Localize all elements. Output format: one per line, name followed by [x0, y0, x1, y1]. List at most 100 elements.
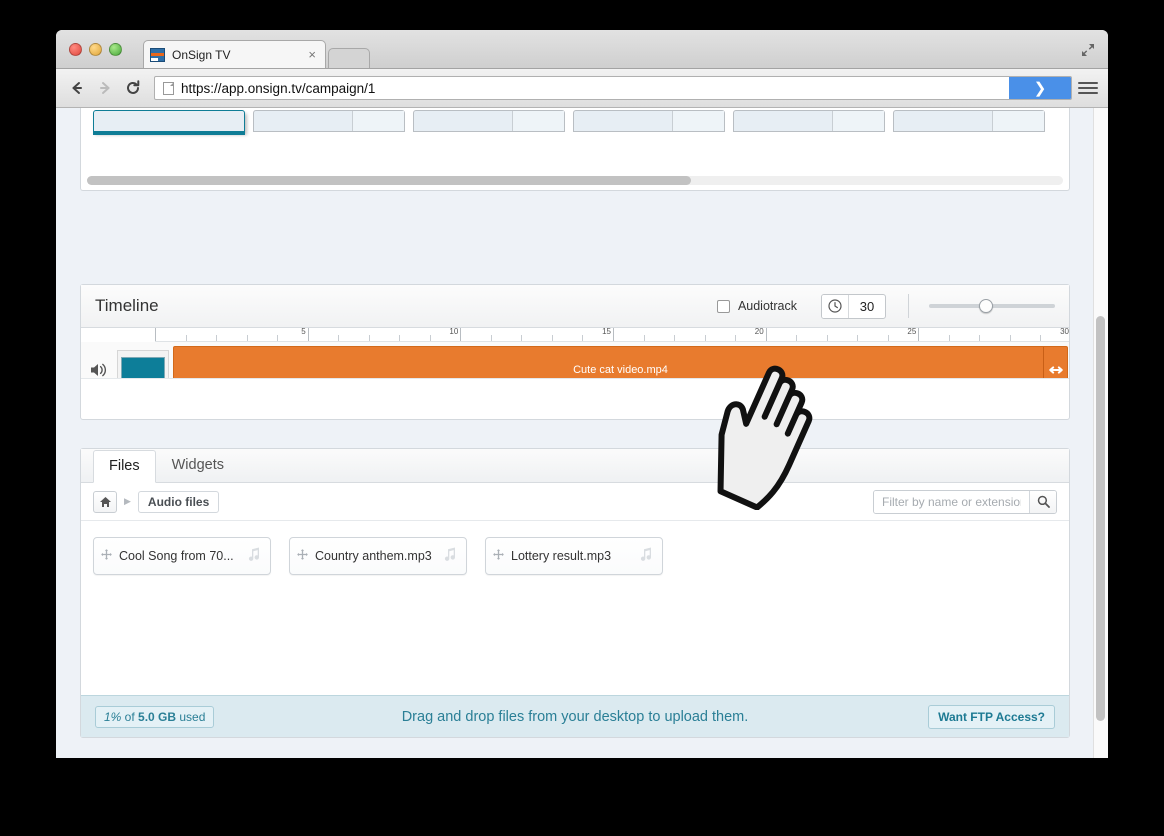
browser-tab[interactable]: OnSign TV ×	[143, 40, 326, 68]
timeline-title: Timeline	[95, 296, 159, 315]
tab-close-icon[interactable]: ×	[305, 48, 319, 61]
file-card[interactable]: Country anthem.mp3	[289, 537, 467, 575]
music-note-icon	[246, 546, 262, 567]
tab-widgets[interactable]: Widgets	[156, 449, 240, 482]
browser-tab-title: OnSign TV	[172, 47, 231, 62]
ruler-tick-minor	[246, 335, 248, 341]
ruler-tick-label: 20	[754, 328, 764, 336]
move-handle-icon[interactable]	[493, 547, 504, 565]
ruler-tick-minor	[429, 335, 431, 341]
tab-files[interactable]: Files	[93, 450, 156, 483]
ruler-tick-minor	[674, 335, 676, 341]
slide-thumb-5[interactable]	[733, 110, 885, 132]
slides-horizontal-scrollbar[interactable]	[87, 176, 1063, 185]
ruler-tick-major	[307, 328, 309, 341]
files-grid: Cool Song from 70... Country anthem.mp3 …	[81, 521, 1069, 683]
go-button[interactable]: ❯	[1009, 77, 1071, 99]
filter-field-group[interactable]	[873, 489, 1057, 514]
files-footer: 1% of 5.0 GB used Drag and drop files fr…	[81, 695, 1069, 737]
breadcrumb: ▶ Audio files	[81, 483, 1069, 521]
storage-size: 5.0 GB	[138, 709, 177, 724]
timeline-zoom-slider[interactable]	[929, 296, 1055, 316]
address-bar[interactable]: https://app.onsign.tv/campaign/1 ❯	[154, 76, 1072, 100]
filter-input[interactable]	[874, 490, 1029, 513]
file-name: Cool Song from 70...	[119, 549, 234, 563]
storage-percent: 1%	[104, 709, 122, 724]
ruler-tick-major	[155, 328, 156, 341]
audiotrack-toggle[interactable]: Audiotrack	[716, 299, 797, 313]
file-card[interactable]: Cool Song from 70...	[93, 537, 271, 575]
onsign-favicon-icon	[150, 47, 165, 62]
slide-thumb-2[interactable]	[253, 110, 405, 132]
toolbar-divider	[908, 294, 909, 318]
ruler-tick-label: 10	[449, 328, 459, 336]
page-scrollbar-thumb[interactable]	[1096, 316, 1105, 721]
dragdrop-hint: Drag and drop files from your desktop to…	[401, 708, 749, 725]
ruler-tick-minor	[796, 335, 798, 341]
timeline-panel: Timeline Audiotrack 30 5 10 15 20 25 30 …	[80, 284, 1070, 420]
ruler-tick-minor	[368, 335, 370, 341]
zoom-slider-knob[interactable]	[979, 299, 993, 313]
address-bar-url: https://app.onsign.tv/campaign/1	[181, 80, 376, 96]
music-note-icon	[638, 546, 654, 567]
ruler-tick-label: 25	[907, 328, 917, 336]
slides-scrollbar-thumb[interactable]	[87, 176, 691, 185]
ftp-access-button[interactable]: Want FTP Access?	[928, 704, 1055, 729]
ruler-tick-minor	[1040, 335, 1042, 341]
move-handle-icon[interactable]	[297, 547, 308, 565]
move-handle-icon[interactable]	[101, 547, 112, 565]
new-tab-button[interactable]	[328, 48, 370, 68]
window-maximize-button[interactable]	[109, 43, 122, 56]
browser-titlebar: OnSign TV ×	[56, 30, 1108, 69]
timeline-ruler[interactable]: 051015202530	[155, 328, 1069, 342]
clip-label: Cute cat video.mp4	[573, 364, 668, 376]
ruler-tick-minor	[216, 335, 218, 341]
slides-panel	[80, 108, 1070, 191]
ruler-tick-minor	[277, 335, 279, 341]
search-icon[interactable]	[1029, 490, 1056, 513]
file-name: Country anthem.mp3	[315, 549, 432, 563]
window-minimize-button[interactable]	[89, 43, 102, 56]
ruler-tick-minor	[857, 335, 859, 341]
music-note-icon	[442, 546, 458, 567]
duration-value[interactable]: 30	[849, 295, 885, 318]
timeline-track-row: Cute cat video.mp4	[81, 342, 1069, 398]
duration-field[interactable]: 30	[821, 293, 886, 319]
file-card[interactable]: Lottery result.mp3	[485, 537, 663, 575]
forward-button[interactable]	[94, 77, 116, 99]
slides-row	[93, 110, 1045, 132]
window-close-button[interactable]	[69, 43, 82, 56]
ruler-tick-minor	[887, 335, 889, 341]
slide-thumb-4[interactable]	[573, 110, 725, 132]
audiotrack-checkbox[interactable]	[716, 299, 730, 313]
back-button[interactable]	[66, 77, 88, 99]
page-scrollbar[interactable]	[1093, 108, 1108, 758]
ruler-tick-minor	[185, 335, 187, 341]
storage-used-text: used	[176, 709, 206, 724]
slide-thumb-6[interactable]	[893, 110, 1045, 132]
ruler-tick-label: 15	[602, 328, 611, 336]
speaker-icon[interactable]	[81, 361, 117, 379]
clock-icon	[822, 294, 849, 318]
files-widgets-tabs: Files Widgets	[81, 449, 1069, 483]
window-expand-icon[interactable]	[1080, 42, 1096, 58]
ruler-tick-minor	[338, 335, 340, 341]
reload-button[interactable]	[122, 77, 144, 99]
ruler-tick-major	[613, 328, 614, 341]
home-icon[interactable]	[93, 490, 117, 513]
storage-of-text: of	[121, 709, 139, 724]
browser-menu-button[interactable]	[1078, 77, 1098, 99]
slide-thumb-1[interactable]	[93, 110, 245, 132]
ruler-tick-minor	[735, 335, 737, 341]
ruler-tick-major	[918, 328, 920, 341]
breadcrumb-folder[interactable]: Audio files	[137, 490, 220, 513]
breadcrumb-separator-icon: ▶	[124, 496, 131, 506]
ruler-tick-minor	[582, 335, 584, 341]
slide-thumb-3[interactable]	[413, 110, 565, 132]
ruler-tick-label: 5	[301, 328, 306, 336]
ruler-tick-minor	[551, 335, 553, 341]
ruler-tick-minor	[704, 335, 706, 341]
ruler-tick-label: 30	[1060, 328, 1069, 336]
ruler-tick-minor	[399, 335, 401, 341]
page-document-icon	[163, 81, 174, 95]
